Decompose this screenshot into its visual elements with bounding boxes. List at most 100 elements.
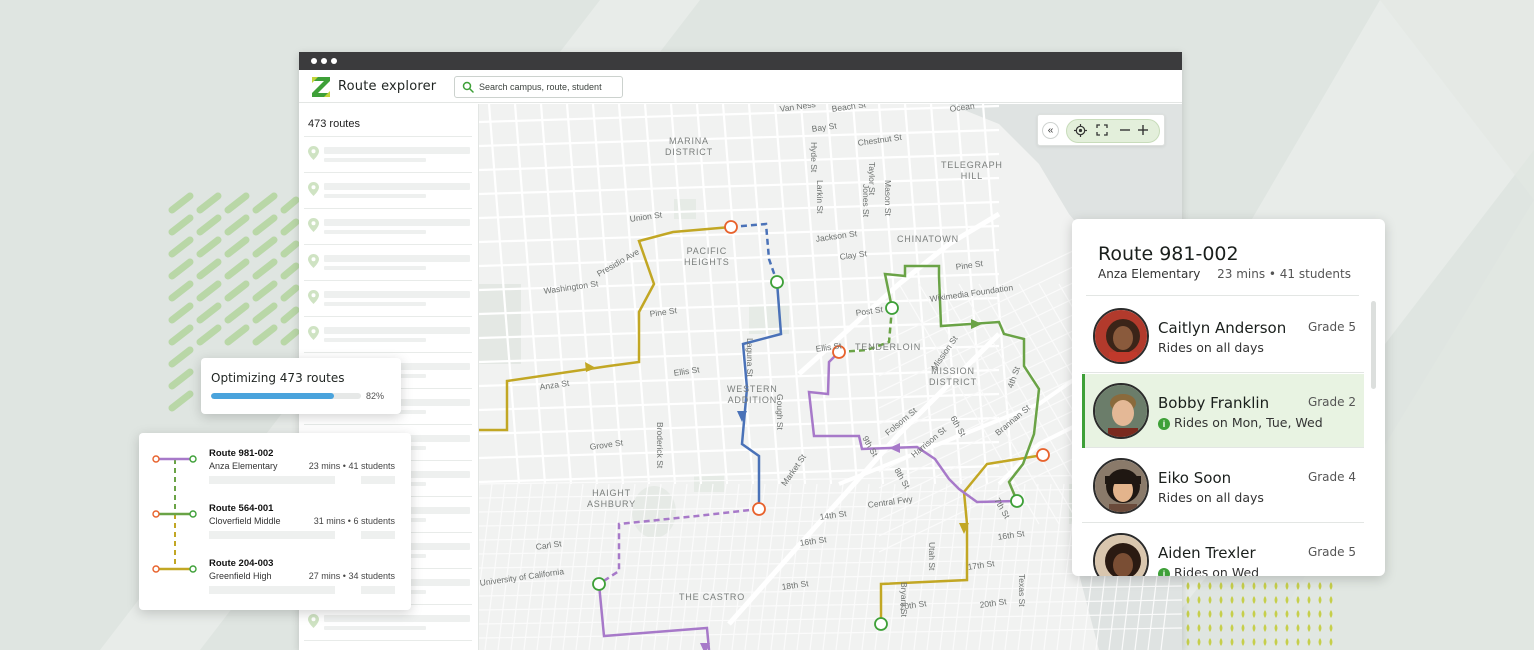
map-pin-icon <box>308 254 319 268</box>
map-pin-icon <box>308 146 319 160</box>
student-ride-days-text: Rides on all days <box>1158 490 1264 505</box>
route-name: Route 981-002 <box>209 448 274 459</box>
app-title: Route explorer <box>338 79 437 94</box>
student-name: Aiden Trexler <box>1158 544 1256 562</box>
route-list-item[interactable] <box>304 136 472 172</box>
student-row[interactable]: Caitlyn Anderson Grade 5 Rides on all da… <box>1082 299 1364 373</box>
crosshair-icon <box>1074 124 1087 137</box>
optimizing-progress-fill <box>211 393 334 399</box>
window-dot <box>321 58 327 64</box>
placeholder-bar <box>324 219 470 226</box>
map-pin-icon <box>308 218 319 232</box>
street-label: Taylor St <box>867 162 877 196</box>
map-controls: « <box>1037 114 1165 146</box>
district-label: CHINATOWN <box>897 234 959 244</box>
placeholder-bar <box>361 586 395 594</box>
optimizing-progress-bar <box>211 393 361 399</box>
street-label: Bryant St <box>899 582 909 617</box>
minus-icon <box>1120 129 1130 131</box>
placeholder-bar <box>361 531 395 539</box>
student-row[interactable]: Aiden Trexler Grade 5 i Rides on Wed <box>1082 524 1364 576</box>
student-name: Bobby Franklin <box>1158 394 1270 412</box>
district-label: MARINA DISTRICT <box>665 136 713 157</box>
avatar-image <box>1095 310 1147 362</box>
district-label: TENDERLOIN <box>855 342 922 352</box>
route-detail-meta: 23 mins • 41 students <box>1217 267 1351 281</box>
avatar-image <box>1095 535 1147 576</box>
route-school: Cloverfield Middle <box>209 516 281 526</box>
placeholder-bar <box>324 338 426 342</box>
student-ride-days-text: Rides on all days <box>1158 340 1264 355</box>
route-detail-title: Route 981-002 <box>1098 243 1239 265</box>
student-avatar <box>1093 458 1149 514</box>
placeholder-bar <box>324 615 470 622</box>
placeholder-bar <box>209 531 335 539</box>
student-avatar <box>1093 533 1149 576</box>
route-summary-item[interactable]: Route 564-001 Cloverfield Middle 31 mins… <box>139 503 411 558</box>
district-label: THE CASTRO <box>679 592 746 602</box>
placeholder-bar <box>209 476 335 484</box>
locate-button[interactable] <box>1074 124 1089 139</box>
placeholder-bar <box>209 586 335 594</box>
window-dot <box>311 58 317 64</box>
zoom-in-button[interactable] <box>1137 124 1152 139</box>
zoom-out-button[interactable] <box>1119 124 1134 139</box>
route-meta: 31 mins • 6 students <box>313 516 395 526</box>
route-name: Route 204-003 <box>209 558 274 569</box>
routes-summary-card: Route 981-002 Anza Elementary 23 mins • … <box>139 433 411 610</box>
street-label: Hyde St <box>809 142 819 173</box>
street-label: Mason St <box>883 180 893 216</box>
route-list-item[interactable] <box>304 172 472 208</box>
route-summary-item[interactable]: Route 204-003 Greenfield High 27 mins • … <box>139 558 411 613</box>
fullscreen-button[interactable] <box>1096 124 1111 139</box>
map-pin-icon <box>308 290 319 304</box>
street-label: Texas St <box>1017 574 1027 607</box>
route-count: 473 routes <box>308 118 360 130</box>
route-list-item[interactable] <box>304 208 472 244</box>
route-list-item[interactable] <box>304 316 472 352</box>
placeholder-bar <box>324 266 426 270</box>
placeholder-bar <box>324 255 470 262</box>
student-ride-days: i Rides on Wed <box>1158 565 1259 576</box>
student-list-scrollbar[interactable] <box>1371 301 1376 389</box>
route-detail-card: Route 981-002 Anza Elementary 23 mins • … <box>1072 219 1385 576</box>
search-icon <box>462 81 474 93</box>
route-meta: 23 mins • 41 students <box>308 461 395 471</box>
street-label: Utah St <box>927 542 937 571</box>
divider <box>1086 295 1359 296</box>
student-name: Caitlyn Anderson <box>1158 319 1287 337</box>
placeholder-bar <box>361 476 395 484</box>
district-label: WESTERN ADDITION <box>727 384 778 405</box>
student-name: Eiko Soon <box>1158 469 1232 487</box>
search-input[interactable] <box>479 80 621 94</box>
browser-window: Route explorer 473 routes <box>299 52 1182 650</box>
collapse-panel-button[interactable]: « <box>1042 122 1059 139</box>
student-avatar <box>1093 308 1149 364</box>
search-box[interactable] <box>454 76 623 98</box>
student-ride-days: i Rides on Mon, Tue, Wed <box>1158 415 1323 430</box>
student-grade: Grade 5 <box>1307 545 1356 559</box>
route-list-item[interactable] <box>304 244 472 280</box>
district-label: PACIFIC HEIGHTS <box>684 246 730 267</box>
optimizing-title: Optimizing 473 routes <box>211 371 345 385</box>
map-tools <box>1066 119 1160 143</box>
district-label: TELEGRAPH HILL <box>941 160 1003 181</box>
street-label: Laguna St <box>745 338 755 377</box>
info-icon: i <box>1158 418 1170 430</box>
district-label: HAIGHT ASHBURY <box>587 488 636 509</box>
route-summary-item[interactable]: Route 981-002 Anza Elementary 23 mins • … <box>139 448 411 503</box>
window-titlebar <box>299 52 1182 70</box>
route-list-item[interactable] <box>304 640 472 650</box>
route-list-item[interactable] <box>304 280 472 316</box>
student-ride-days: Rides on all days <box>1158 490 1264 505</box>
student-grade: Grade 5 <box>1307 320 1356 334</box>
map-pin-icon <box>308 326 319 340</box>
placeholder-bar <box>324 302 426 306</box>
student-row-selected[interactable]: Bobby Franklin Grade 2 i Rides on Mon, Tu… <box>1082 374 1364 448</box>
student-ride-days-text: Rides on Mon, Tue, Wed <box>1174 415 1323 430</box>
route-detail-school: Anza Elementary <box>1098 267 1201 281</box>
student-ride-days-text: Rides on Wed <box>1174 565 1260 576</box>
placeholder-bar <box>324 194 426 198</box>
student-row[interactable]: Eiko Soon Grade 4 Rides on all days <box>1082 449 1364 523</box>
fullscreen-icon <box>1096 124 1108 136</box>
